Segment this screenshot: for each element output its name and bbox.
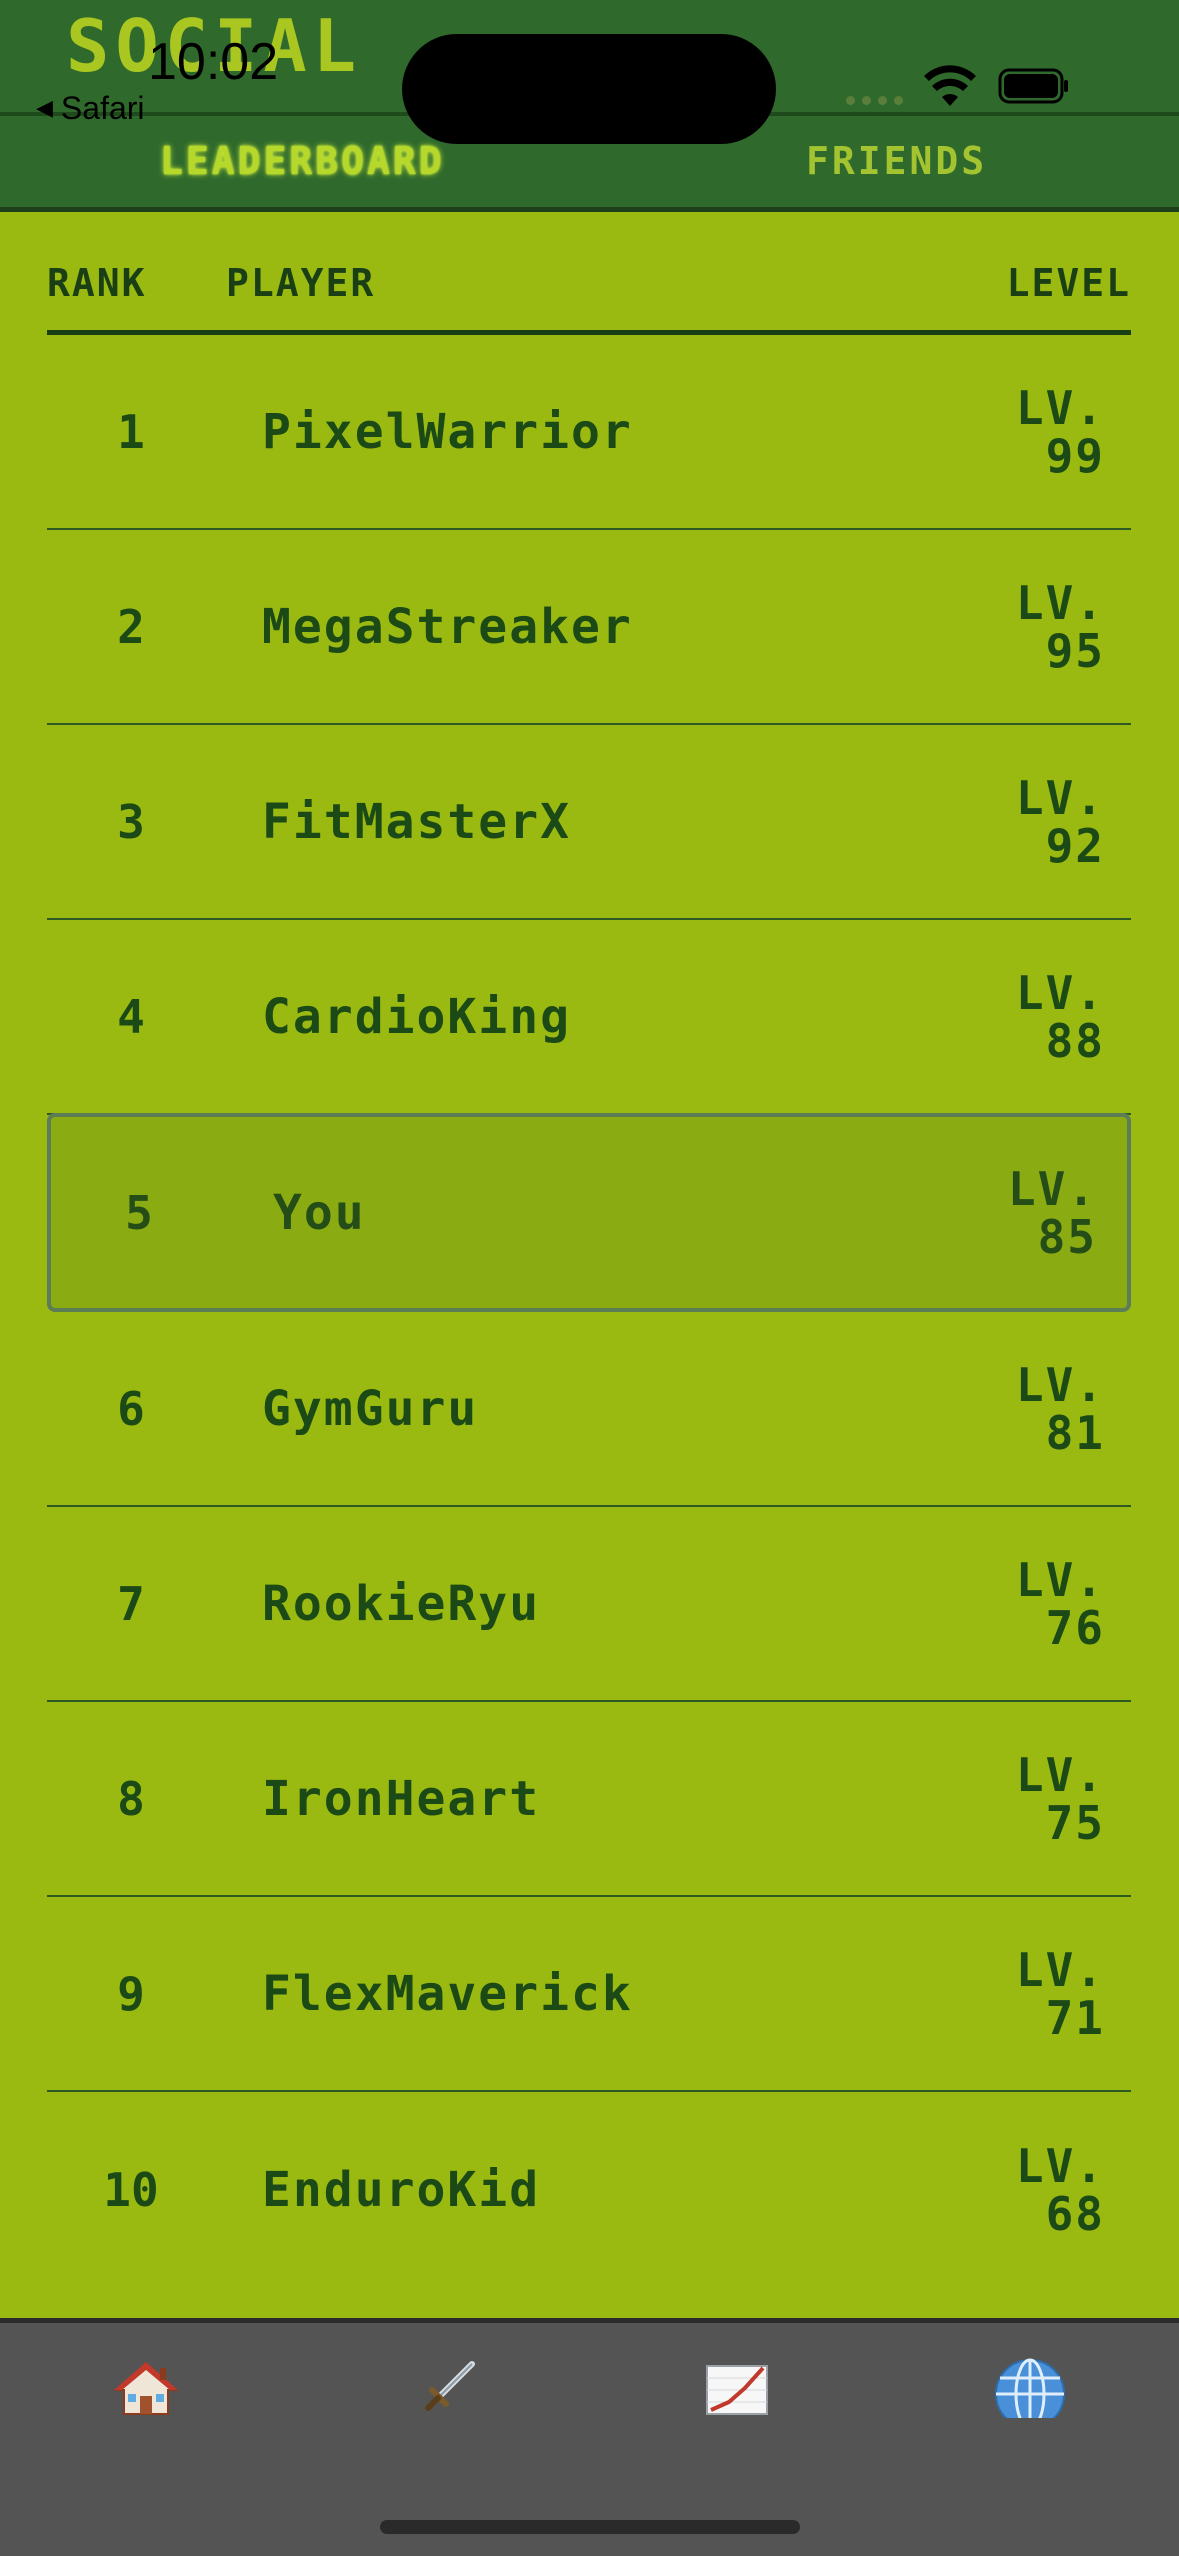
level-badge: LV. 68 — [945, 2142, 1105, 2238]
leaderboard-row[interactable]: 7 RookieRyu LV. 76 — [47, 1507, 1131, 1702]
leaderboard-list: 1 PixelWarrior LV. 99 2 MegaStreaker LV. 9… — [47, 335, 1131, 2287]
rank-value: 9 — [117, 1966, 145, 2021]
bottom-nav-bar — [0, 2318, 1179, 2556]
column-header-level: LEVEL — [1006, 261, 1131, 305]
rank-value: 7 — [117, 1576, 145, 1631]
level-prefix: LV. — [1015, 1942, 1105, 1997]
chart-icon — [706, 2365, 768, 2415]
wifi-icon — [924, 65, 976, 106]
header: SOCIAL 10:02 ◀ Safari LEADERBOARD FRIEND… — [0, 0, 1179, 212]
column-header-player: PLAYER — [226, 261, 376, 305]
level-value: 88 — [1045, 1013, 1105, 1068]
leaderboard-row[interactable]: 8 IronHeart LV. 75 — [47, 1702, 1131, 1897]
player-name: GymGuru — [262, 1380, 479, 1437]
leaderboard-row[interactable]: 3 FitMasterX LV. 92 — [47, 725, 1131, 920]
level-badge: LV. 71 — [945, 1946, 1105, 2042]
player-name: CardioKing — [262, 988, 571, 1045]
nav-stats-button[interactable] — [677, 2353, 797, 2423]
level-value: 92 — [1045, 818, 1105, 873]
tab-leaderboard[interactable]: LEADERBOARD — [160, 142, 445, 180]
rank-value: 8 — [117, 1771, 145, 1826]
level-badge: LV. 88 — [945, 969, 1105, 1065]
player-name: PixelWarrior — [262, 403, 633, 460]
level-prefix: LV. — [1015, 1747, 1105, 1802]
tab-bar: LEADERBOARD FRIENDS — [0, 116, 1179, 207]
player-name: MegaStreaker — [262, 598, 633, 655]
column-header-rank: RANK — [47, 261, 147, 305]
rank-value: 3 — [117, 794, 145, 849]
player-name: FitMasterX — [262, 793, 571, 850]
rank-value: 2 — [117, 599, 145, 654]
level-value: 95 — [1045, 623, 1105, 678]
sword-icon — [425, 2361, 475, 2411]
level-value: 81 — [1045, 1405, 1105, 1460]
home-indicator[interactable] — [380, 2520, 800, 2534]
rank-value: 6 — [117, 1381, 145, 1436]
leaderboard-row[interactable]: 1 PixelWarrior LV. 99 — [47, 335, 1131, 530]
level-badge: LV. 95 — [945, 579, 1105, 675]
level-badge: LV. 81 — [945, 1361, 1105, 1457]
battery-icon — [998, 68, 1068, 104]
leaderboard-row[interactable]: 9 FlexMaverick LV. 71 — [47, 1897, 1131, 2092]
tab-friends[interactable]: FRIENDS — [806, 142, 987, 180]
player-name: EnduroKid — [262, 2161, 541, 2218]
level-value: 99 — [1045, 428, 1105, 483]
leaderboard-row[interactable]: 4 CardioKing LV. 88 — [47, 920, 1131, 1115]
player-name: FlexMaverick — [262, 1965, 633, 2022]
rank-value: 5 — [125, 1185, 153, 1240]
level-badge: LV. 99 — [945, 384, 1105, 480]
house-icon — [114, 2362, 178, 2415]
nav-workout-button[interactable] — [390, 2353, 510, 2423]
rank-value: 10 — [103, 2162, 159, 2217]
player-name: IronHeart — [262, 1770, 541, 1827]
level-prefix: LV. — [1015, 1552, 1105, 1607]
player-name: You — [273, 1184, 366, 1241]
level-prefix: LV. — [1015, 770, 1105, 825]
rank-value: 1 — [117, 404, 145, 459]
level-badge: LV. 75 — [945, 1751, 1105, 1847]
level-value: 75 — [1045, 1795, 1105, 1850]
level-value: 85 — [1037, 1209, 1097, 1264]
current-user-row[interactable]: 5 You LV. 85 — [47, 1113, 1131, 1312]
level-prefix: LV. — [1015, 965, 1105, 1020]
leaderboard-row[interactable]: 6 GymGuru LV. 81 — [47, 1312, 1131, 1507]
rank-value: 4 — [117, 989, 145, 1044]
level-prefix: LV. — [1015, 1357, 1105, 1412]
leaderboard-row[interactable]: 2 MegaStreaker LV. 95 — [47, 530, 1131, 725]
level-badge: LV. 85 — [937, 1165, 1097, 1261]
level-badge: LV. 92 — [945, 774, 1105, 870]
level-prefix: LV. — [1007, 1161, 1097, 1216]
level-prefix: LV. — [1015, 575, 1105, 630]
nav-home-button[interactable] — [86, 2353, 206, 2423]
level-prefix: LV. — [1015, 380, 1105, 435]
level-value: 71 — [1045, 1990, 1105, 2045]
level-value: 68 — [1045, 2186, 1105, 2241]
nav-social-button[interactable] — [970, 2353, 1090, 2423]
cellular-signal-icon — [846, 96, 903, 105]
leaderboard-row[interactable]: 10 EnduroKid LV. 68 — [47, 2092, 1131, 2287]
player-name: RookieRyu — [262, 1575, 541, 1632]
status-time: 10:02 — [148, 33, 279, 91]
level-badge: LV. 76 — [945, 1556, 1105, 1652]
level-prefix: LV. — [1015, 2138, 1105, 2193]
globe-icon — [995, 2358, 1065, 2418]
level-value: 76 — [1045, 1600, 1105, 1655]
app-screen: SOCIAL 10:02 ◀ Safari LEADERBOARD FRIEND… — [0, 0, 1179, 2556]
